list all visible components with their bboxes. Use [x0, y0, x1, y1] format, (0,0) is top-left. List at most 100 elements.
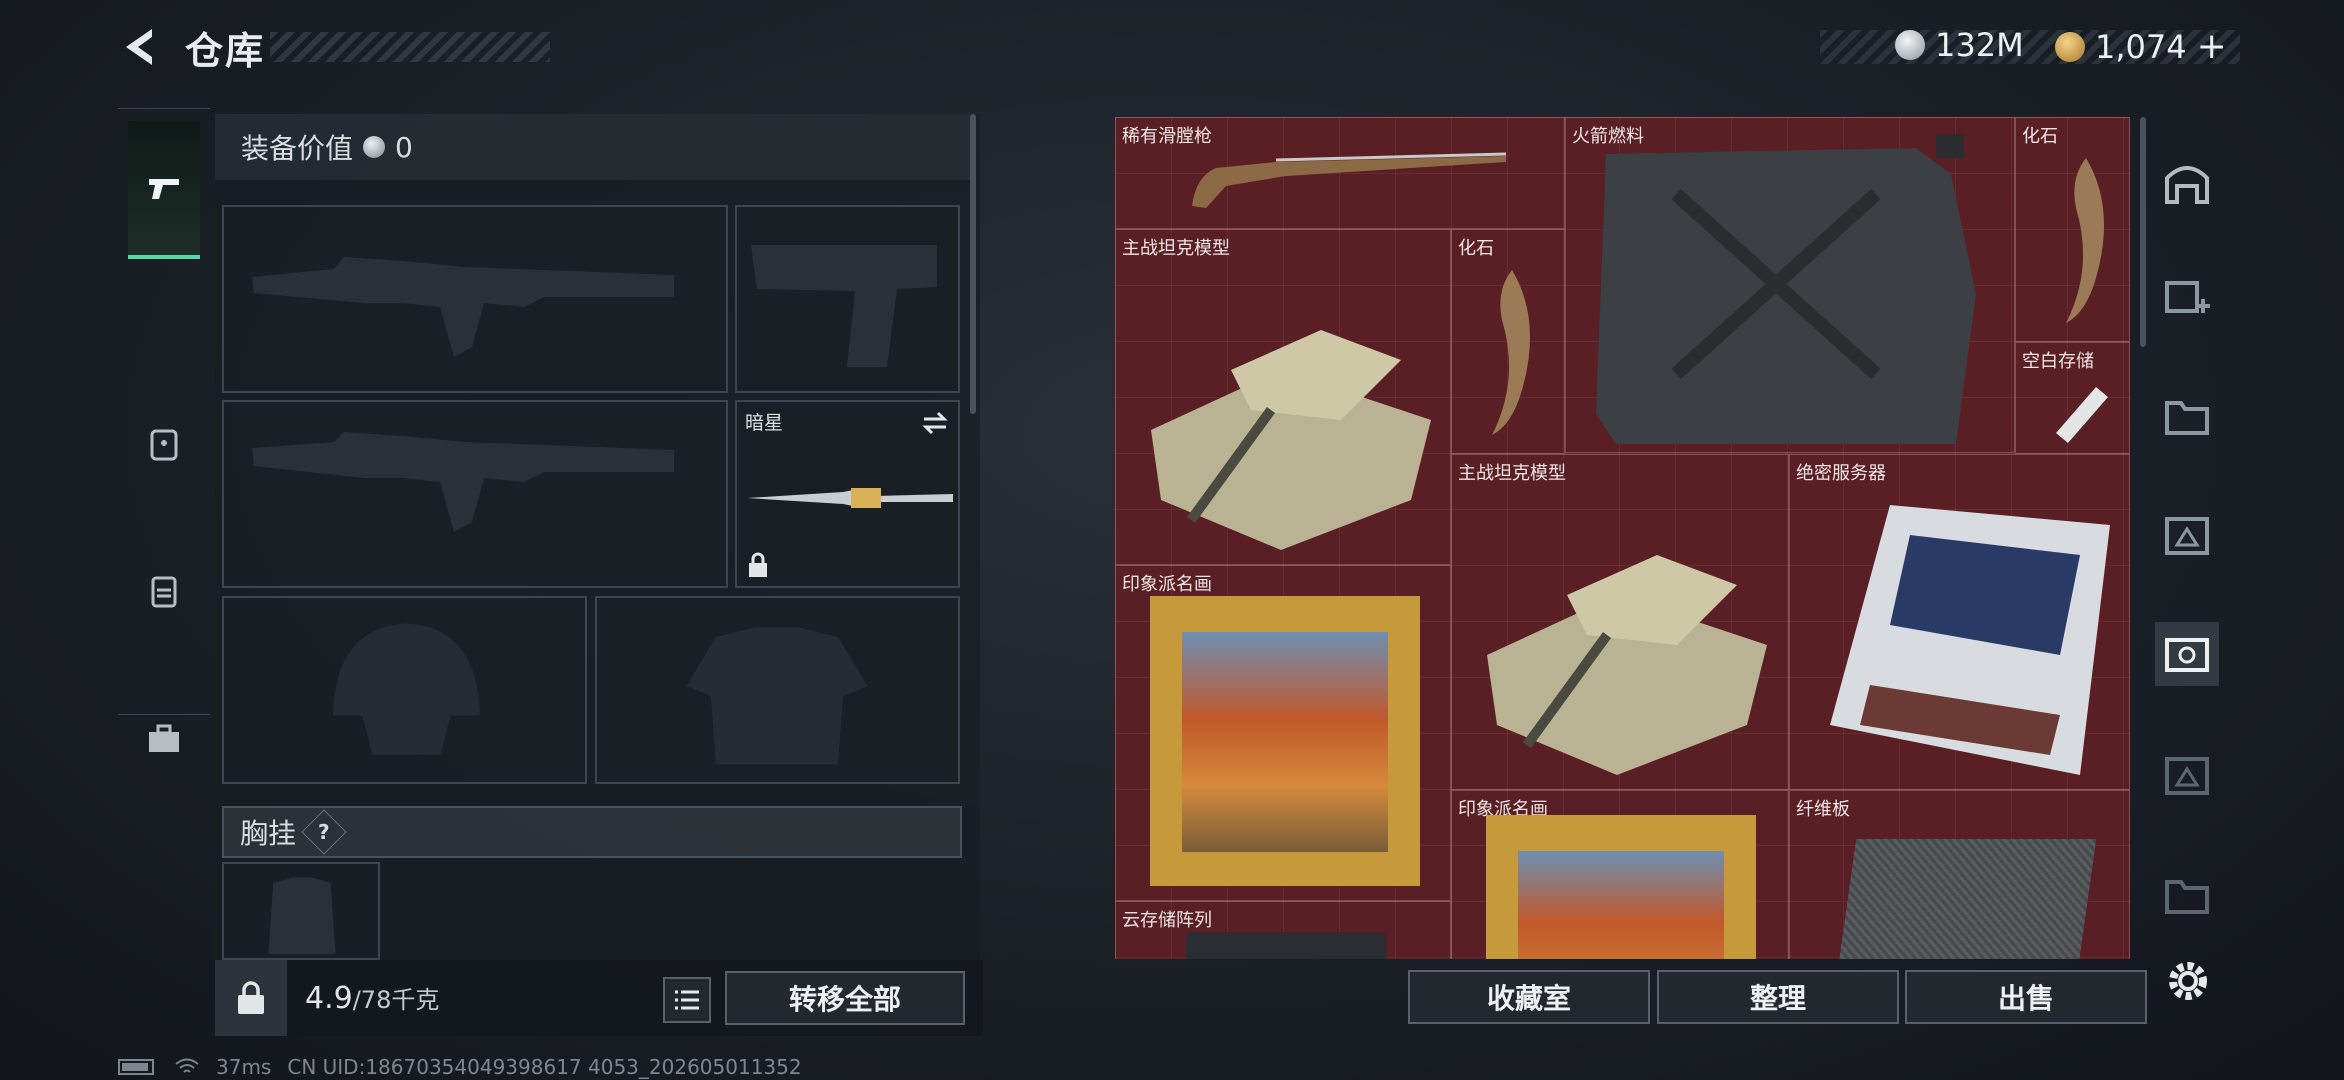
chest-rig-label: 胸挂 — [240, 817, 297, 850]
storage-folder-button[interactable] — [2155, 862, 2219, 926]
transfer-all-button[interactable]: 转移全部 — [725, 971, 965, 1025]
painting-canvas — [1518, 851, 1724, 959]
storage-grid: 稀有滑膛枪 火箭燃料 化石 主战坦克模型 化石 空白存储 主战坦克模型 绝密服务… — [1115, 117, 2130, 959]
active-storage-button[interactable] — [2155, 622, 2219, 686]
tab-medical[interactable] — [128, 377, 200, 511]
chest-rig-header: 胸挂 ? — [222, 806, 962, 858]
storage-item-fiberboard[interactable]: 纤维板 — [1789, 790, 2130, 959]
fossil-claw-icon — [1492, 270, 1530, 435]
painting-frame — [1486, 815, 1756, 959]
wifi-icon — [175, 1058, 199, 1073]
collection-room-button[interactable]: 收藏室 — [1408, 970, 1650, 1024]
weight-max: /78千克 — [352, 986, 440, 1014]
item-label: 主战坦克模型 — [1122, 238, 1230, 259]
item-label: 化石 — [2022, 126, 2058, 147]
category-tabs — [118, 108, 210, 752]
ping-value: 37ms — [216, 1055, 272, 1079]
tab-toolbox[interactable] — [128, 672, 200, 806]
silver-currency-value: 132M — [1935, 26, 2024, 64]
lock-equipment-button[interactable] — [215, 960, 287, 1036]
silver-coin-icon — [363, 136, 386, 158]
knife-icon — [747, 488, 953, 508]
armor-slot[interactable] — [595, 596, 960, 784]
painting-frame — [1150, 596, 1420, 886]
weight-value: 4.9 — [305, 981, 353, 1016]
tab-weapons[interactable] — [128, 121, 200, 259]
item-label: 云存储阵列 — [1122, 910, 1212, 931]
storage-item-impressionist-painting[interactable]: 印象派名画 — [1451, 790, 1789, 959]
item-label: 化石 — [1458, 238, 1494, 259]
warehouse-icon — [2165, 166, 2209, 204]
item-label: 空白存储 — [2022, 351, 2094, 372]
list-view-button[interactable] — [663, 977, 711, 1023]
item-label: 纤维板 — [1796, 799, 1850, 820]
storage-scrollbar[interactable] — [2140, 117, 2146, 347]
gold-coin-icon — [2055, 31, 2085, 62]
secondary-weapon-slot[interactable] — [222, 400, 728, 588]
storage-folder-button[interactable] — [2155, 383, 2219, 447]
chest-rig-slot[interactable] — [222, 862, 380, 960]
equipment-value-header: 装备价值 0 — [215, 114, 970, 180]
painting-canvas — [1182, 632, 1388, 852]
equipment-scrollbar[interactable] — [970, 114, 976, 414]
storage-item-rocket-fuel[interactable]: 火箭燃料 — [1565, 117, 2015, 453]
active-storage-icon — [2165, 638, 2209, 672]
storage-item-musket[interactable]: 稀有滑膛枪 — [1115, 117, 1565, 229]
gear-icon — [2169, 962, 2207, 1000]
item-label: 主战坦克模型 — [1458, 463, 1566, 484]
pistol-slot[interactable] — [735, 205, 960, 393]
storage-box-icon — [2165, 757, 2209, 795]
page-title: 仓库 — [185, 29, 266, 73]
add-storage-button[interactable] — [2155, 263, 2219, 327]
storage-array-icon — [1186, 932, 1386, 959]
status-bar: 37ms CN UID:18670354049398617 4053_20260… — [118, 1055, 802, 1079]
storage-item-tank-model[interactable]: 主战坦克模型 — [1451, 454, 1789, 790]
rifle-silhouette-icon — [252, 257, 674, 357]
tank-model-icon — [1487, 555, 1767, 775]
lock-icon — [749, 552, 767, 577]
settings-button[interactable] — [2160, 953, 2216, 1009]
gold-currency[interactable]: 1,074 + — [2055, 26, 2227, 67]
pistol-icon — [149, 179, 179, 199]
weight-display: 4.9/78千克 — [305, 980, 439, 1016]
battery-icon — [118, 1059, 154, 1075]
storage-box-button[interactable] — [2155, 743, 2219, 807]
arrange-button[interactable]: 整理 — [1657, 970, 1899, 1024]
gold-currency-value: 1,074 — [2095, 27, 2187, 66]
storage-box-icon — [2165, 517, 2209, 555]
musket-icon — [1192, 152, 1507, 208]
armor-silhouette-icon — [686, 627, 868, 765]
rifle-silhouette-icon — [252, 432, 674, 532]
folder-storage-icon — [2165, 401, 2209, 435]
melee-slot[interactable]: 暗星 — [735, 400, 960, 588]
silver-coin-icon — [1895, 30, 1925, 60]
storage-item-impressionist-painting[interactable]: 印象派名画 — [1115, 565, 1451, 901]
help-icon[interactable]: ? — [301, 809, 347, 855]
storage-item-tank-model[interactable]: 主战坦克模型 — [1115, 229, 1451, 565]
add-storage-icon — [2165, 281, 2210, 313]
back-button[interactable] — [118, 25, 162, 69]
sell-button[interactable]: 出售 — [1905, 970, 2147, 1024]
storage-item-fossil[interactable]: 化石 — [1451, 229, 1565, 454]
storage-box-button[interactable] — [2155, 503, 2219, 567]
fuel-canister-icon — [1596, 134, 1976, 444]
storage-item-secret-server[interactable]: 绝密服务器 — [1789, 454, 2130, 790]
storage-item-blank-storage[interactable]: 空白存储 — [2015, 342, 2130, 454]
primary-weapon-slot[interactable] — [222, 205, 728, 393]
pistol-silhouette-icon — [751, 245, 937, 367]
folder-storage-icon — [2165, 880, 2209, 914]
warehouse-button[interactable] — [2155, 150, 2219, 214]
storage-item-fossil[interactable]: 化石 — [2015, 117, 2130, 342]
swap-icon[interactable] — [920, 410, 950, 436]
equipment-value-label: 装备价值 — [241, 132, 354, 165]
helmet-silhouette-icon — [333, 623, 480, 755]
add-currency-button[interactable]: + — [2197, 26, 2227, 67]
medkit-icon — [150, 429, 178, 461]
server-icon — [1830, 505, 2110, 775]
back-arrow-icon — [126, 29, 152, 65]
fossil-claw-icon — [2066, 158, 2104, 323]
tab-backpack[interactable] — [128, 524, 200, 658]
storage-item-cloud-storage-array[interactable]: 云存储阵列 — [1115, 901, 1451, 959]
helmet-slot[interactable] — [222, 596, 587, 784]
item-label: 绝密服务器 — [1796, 463, 1886, 484]
